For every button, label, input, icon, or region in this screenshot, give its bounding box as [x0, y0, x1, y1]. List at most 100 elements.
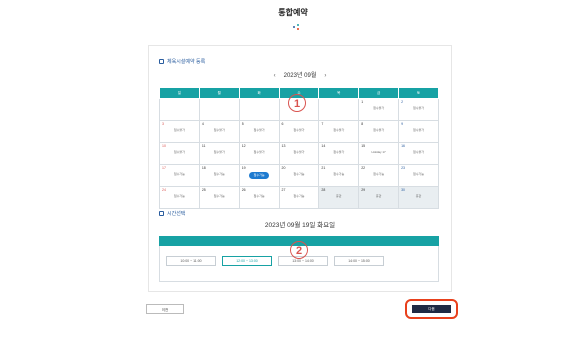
time-slot-selected[interactable]: 12:00 ~ 13:00	[222, 256, 272, 266]
calendar-day[interactable]: 29 휴관	[358, 186, 400, 209]
calendar-day[interactable]: 22 접수가능	[358, 164, 400, 187]
calendar-day[interactable]: 10 접수불가	[159, 142, 200, 165]
day-number: 27	[281, 188, 286, 192]
day-status: 접수불가	[333, 128, 345, 132]
step-marker-1: 1	[288, 94, 306, 112]
day-status: 접수불가	[213, 150, 225, 154]
day-status: 접수가능	[173, 172, 185, 176]
day-status: 접수가능	[293, 172, 305, 176]
calendar-day[interactable]: 27 접수가능	[278, 186, 320, 209]
day-status: 접수불가	[253, 128, 265, 132]
day-number: 5	[241, 122, 244, 126]
day-number: 22	[361, 166, 366, 170]
day-number: 30	[401, 188, 405, 192]
calendar-icon	[159, 59, 164, 64]
prev-button[interactable]: 이전	[146, 304, 184, 314]
reservation-panel: 체육시설예약 등록 ‹ 2023년 09월 › 일 월 화 수 목 금 토 1 접수불…	[148, 45, 452, 292]
page-title: 통합예약	[278, 8, 308, 17]
day-status: 접수불가	[293, 150, 305, 154]
calendar-day[interactable]: 7 접수불가	[318, 120, 360, 143]
calendar-day[interactable]: 28 휴관	[318, 186, 360, 209]
time-heading-label: 시간선택	[167, 211, 186, 217]
day-number: 25	[201, 188, 206, 192]
day-status: 접수가능	[333, 172, 345, 176]
calendar-day[interactable]: 16 접수불가	[398, 142, 439, 165]
calendar-day[interactable]: 13 접수불가	[278, 142, 320, 165]
calendar-day[interactable]: 5 접수불가	[238, 120, 280, 143]
day-status: 접수가능	[213, 172, 225, 176]
time-slot[interactable]: 10:00 ~ 11:00	[166, 256, 216, 266]
calendar-day[interactable]: 21 접수가능	[318, 164, 360, 187]
day-number: 26	[241, 188, 246, 192]
selected-date-label: 2023년 09월 19일 화요일	[264, 222, 336, 229]
day-status: 접수불가	[173, 128, 185, 132]
clock-icon	[159, 211, 164, 216]
day-number: 9	[401, 122, 404, 126]
calendar-day[interactable]: 3 접수불가	[159, 120, 200, 143]
selected-day-badge: 접수가능	[249, 172, 270, 179]
day-number: 23	[401, 166, 405, 170]
step-marker-2: 2	[290, 241, 308, 259]
prev-month-icon[interactable]: ‹	[274, 73, 276, 79]
weekday-header: 목	[318, 87, 360, 99]
next-button-highlight: 다음	[405, 299, 458, 319]
day-number: 8	[361, 122, 364, 126]
calendar-day[interactable]: 23 접수가능	[398, 164, 439, 187]
calendar-day[interactable]: 24 접수가능	[159, 186, 200, 209]
calendar-day[interactable]: 25 접수가능	[198, 186, 240, 209]
day-status: 접수불가	[373, 128, 385, 132]
calendar-day[interactable]: 11 접수불가	[198, 142, 240, 165]
calendar-day[interactable]: 14 접수불가	[318, 142, 360, 165]
weekday-header: 화	[238, 87, 280, 99]
day-number: 15	[361, 144, 366, 148]
calendar-empty-cell	[318, 98, 360, 121]
day-number: 1	[361, 100, 364, 104]
day-number: 12	[241, 144, 246, 148]
calendar-day[interactable]: 17 접수가능	[159, 164, 200, 187]
calendar-day[interactable]: 4 접수불가	[198, 120, 240, 143]
day-number: 14	[321, 144, 326, 148]
calendar-heading-label: 체육시설예약 등록	[167, 59, 206, 65]
calendar-day[interactable]: 26 접수가능	[238, 186, 280, 209]
next-month-icon[interactable]: ›	[324, 73, 326, 79]
calendar-day[interactable]: 19 접수가능	[238, 164, 280, 187]
day-number: 4	[201, 122, 204, 126]
calendar-heading: 체육시설예약 등록	[159, 58, 205, 65]
day-number: 19	[241, 166, 246, 170]
day-status: 접수불가	[253, 150, 265, 154]
day-number: 11	[201, 144, 206, 148]
day-status: Holiday 17	[371, 150, 386, 154]
day-status: 접수불가	[373, 106, 385, 110]
calendar-day[interactable]: 30 휴관	[398, 186, 439, 209]
calendar-day[interactable]: 6 접수불가	[278, 120, 320, 143]
day-status: 접수가능	[293, 194, 305, 198]
calendar-day[interactable]: 1 접수불가	[358, 98, 400, 121]
next-button[interactable]: 다음	[412, 305, 451, 313]
day-number: 21	[321, 166, 326, 170]
day-number: 7	[321, 122, 324, 126]
time-heading: 시간선택	[159, 210, 185, 217]
calendar-day[interactable]: 2 접수불가	[398, 98, 439, 121]
day-status: 접수불가	[213, 128, 225, 132]
calendar-day[interactable]: 9 접수불가	[398, 120, 439, 143]
calendar-day[interactable]: 8 접수불가	[358, 120, 400, 143]
day-number: 20	[281, 166, 286, 170]
day-number: 3	[162, 122, 164, 126]
calendar-day[interactable]: 15 Holiday 17	[358, 142, 400, 165]
day-number: 18	[201, 166, 206, 170]
time-slot[interactable]: 14:00 ~ 15:00	[334, 256, 384, 266]
calendar-day[interactable]: 20 접수가능	[278, 164, 320, 187]
day-number: 16	[401, 144, 405, 148]
calendar-day[interactable]: 18 접수가능	[198, 164, 240, 187]
day-status: 휴관	[336, 194, 342, 198]
day-number: 24	[162, 188, 166, 192]
day-number: 13	[281, 144, 286, 148]
weekday-header: 토	[398, 87, 439, 99]
calendar-empty-cell	[198, 98, 240, 121]
day-status: 접수불가	[413, 128, 425, 132]
day-status: 접수가능	[173, 194, 185, 198]
day-status: 접수가능	[213, 194, 225, 198]
day-number: 10	[162, 144, 166, 148]
day-number: 28	[321, 188, 326, 192]
calendar-day[interactable]: 12 접수불가	[238, 142, 280, 165]
